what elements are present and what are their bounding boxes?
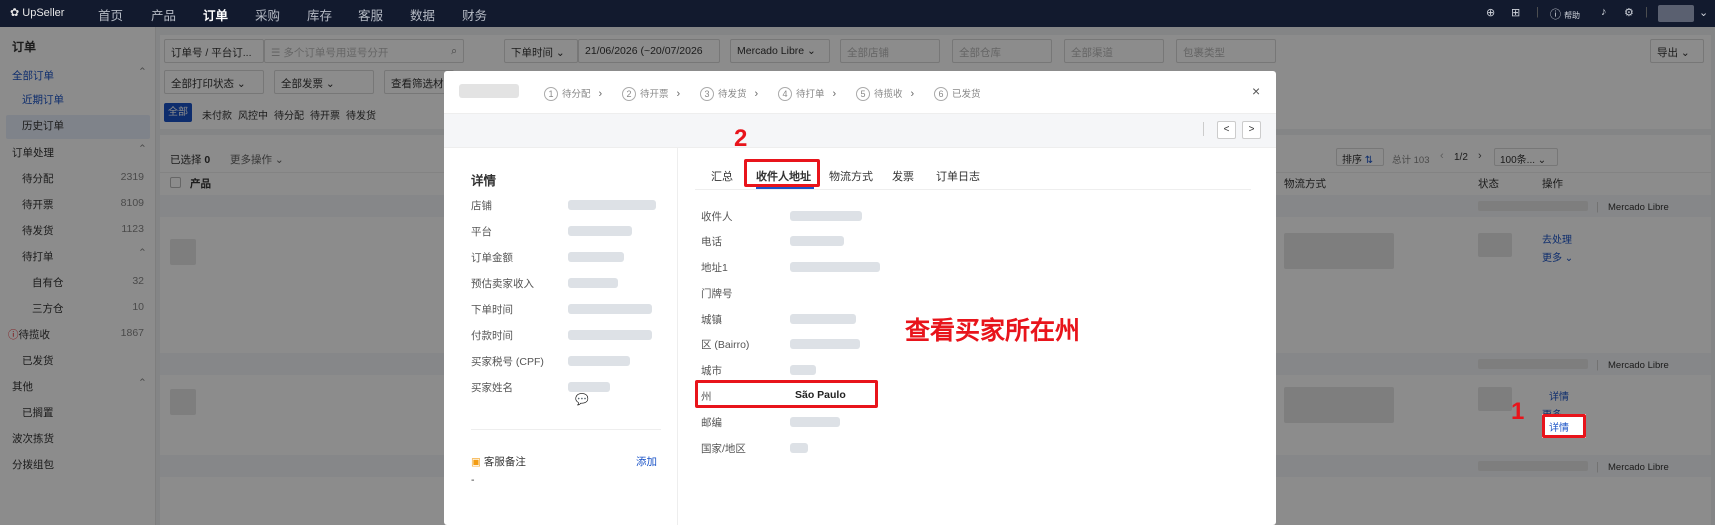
nav-customer-service[interactable]: 客服 bbox=[358, 5, 383, 24]
field-est-revenue: 预估卖家收入 bbox=[471, 278, 534, 290]
step-label: 已发货 bbox=[952, 89, 981, 100]
globe-icon[interactable]: ⊕ bbox=[1486, 6, 1495, 19]
nav-home[interactable]: 首页 bbox=[98, 5, 123, 24]
help-icon[interactable]: ⓘ 帮助 bbox=[1550, 6, 1580, 22]
addr-phone: 电话 bbox=[701, 236, 722, 248]
field-pay-time: 付款时间 bbox=[471, 330, 513, 342]
annotation-box-state bbox=[695, 380, 878, 408]
addr-recipient: 收件人 bbox=[701, 211, 733, 223]
order-id bbox=[459, 84, 519, 98]
step-to-ship: 3 待发货 › bbox=[700, 86, 758, 101]
chevron-right-icon: › bbox=[598, 88, 603, 100]
chevron-down-icon[interactable]: ⌄ bbox=[1699, 6, 1708, 19]
addr-line1: 地址1 bbox=[701, 262, 728, 274]
annotation-box-tab bbox=[744, 159, 820, 187]
step-label: 待打单 bbox=[796, 89, 825, 100]
step-label: 待发货 bbox=[718, 89, 747, 100]
nav-data[interactable]: 数据 bbox=[410, 5, 435, 24]
close-icon[interactable]: × bbox=[1252, 83, 1260, 99]
field-platform: 平台 bbox=[471, 226, 492, 238]
service-note-label: ▣ 客服备注 bbox=[471, 454, 526, 469]
tab-invoice[interactable]: 发票 bbox=[892, 168, 914, 184]
chat-icon[interactable]: 💬 bbox=[575, 393, 589, 406]
nav-orders[interactable]: 订单 bbox=[203, 5, 228, 24]
user-avatar[interactable] bbox=[1658, 5, 1694, 22]
note-label: 客服备注 bbox=[483, 456, 526, 468]
tab-shipping[interactable]: 物流方式 bbox=[829, 168, 873, 184]
step-to-invoice: 2 待开票 › bbox=[622, 86, 680, 101]
prev-order-button[interactable]: < bbox=[1217, 121, 1236, 139]
nav-purchase[interactable]: 采购 bbox=[255, 5, 280, 24]
nav-products[interactable]: 产品 bbox=[151, 5, 176, 24]
annotation-box-detail bbox=[1542, 414, 1586, 438]
chevron-right-icon: › bbox=[910, 88, 915, 100]
detail-title: 详情 bbox=[471, 174, 497, 188]
grid-icon[interactable]: ⊞ bbox=[1511, 6, 1520, 19]
field-order-amount: 订单金额 bbox=[471, 252, 513, 264]
chevron-right-icon: › bbox=[676, 88, 681, 100]
top-nav-bar: ✿ UpSeller 首页 产品 订单 采购 库存 客服 数据 财务 ⊕ ⊞ |… bbox=[0, 0, 1715, 27]
step-label: 待开票 bbox=[640, 89, 669, 100]
help-label: 帮助 bbox=[1564, 11, 1581, 20]
chevron-right-icon: › bbox=[754, 88, 759, 100]
annotation-note: 查看买家所在州 bbox=[905, 317, 1081, 345]
add-note-button[interactable]: 添加 bbox=[636, 454, 657, 469]
step-label: 待揽收 bbox=[874, 89, 903, 100]
note-value: - bbox=[471, 474, 475, 486]
order-detail-modal: 1 待分配 › 2 待开票 › 3 待发货 › 4 待打单 › 5 待揽收 › 6 已发货 × < >… bbox=[444, 71, 1276, 525]
step-shipped: 6 已发货 bbox=[934, 86, 981, 101]
step-to-assign: 1 待分配 › bbox=[544, 86, 602, 101]
addr-house-number: 门牌号 bbox=[701, 288, 733, 300]
annotation-step-1: 1 bbox=[1511, 398, 1525, 425]
note-icon: ▣ bbox=[471, 456, 481, 468]
addr-country: 国家/地区 bbox=[701, 443, 746, 455]
field-buyer-cpf: 买家税号 (CPF) bbox=[471, 356, 544, 368]
logo-text: UpSeller bbox=[22, 7, 65, 19]
field-order-time: 下单时间 bbox=[471, 304, 513, 316]
field-buyer-name: 买家姓名 bbox=[471, 382, 513, 394]
step-to-collect: 5 待揽收 › bbox=[856, 86, 914, 101]
addr-bairro: 区 (Bairro) bbox=[701, 339, 750, 351]
addr-city: 城市 bbox=[701, 365, 722, 377]
addr-zip: 邮编 bbox=[701, 417, 722, 429]
gear-icon[interactable]: ⚙ bbox=[1624, 6, 1634, 19]
step-label: 待分配 bbox=[562, 89, 591, 100]
nav-finance[interactable]: 财务 bbox=[462, 5, 487, 24]
active-tab-indicator bbox=[756, 187, 814, 189]
bell-icon[interactable]: ♪ bbox=[1601, 6, 1607, 18]
addr-town: 城镇 bbox=[701, 314, 722, 326]
next-order-button[interactable]: > bbox=[1242, 121, 1261, 139]
annotation-step-2: 2 bbox=[734, 125, 748, 152]
tab-summary[interactable]: 汇总 bbox=[711, 168, 733, 184]
nav-inventory[interactable]: 库存 bbox=[307, 5, 332, 24]
field-store: 店铺 bbox=[471, 200, 492, 212]
step-to-print: 4 待打单 › bbox=[778, 86, 836, 101]
upseller-logo[interactable]: ✿ UpSeller bbox=[10, 6, 64, 19]
chevron-right-icon: › bbox=[832, 88, 837, 100]
tab-order-log[interactable]: 订单日志 bbox=[936, 168, 980, 184]
